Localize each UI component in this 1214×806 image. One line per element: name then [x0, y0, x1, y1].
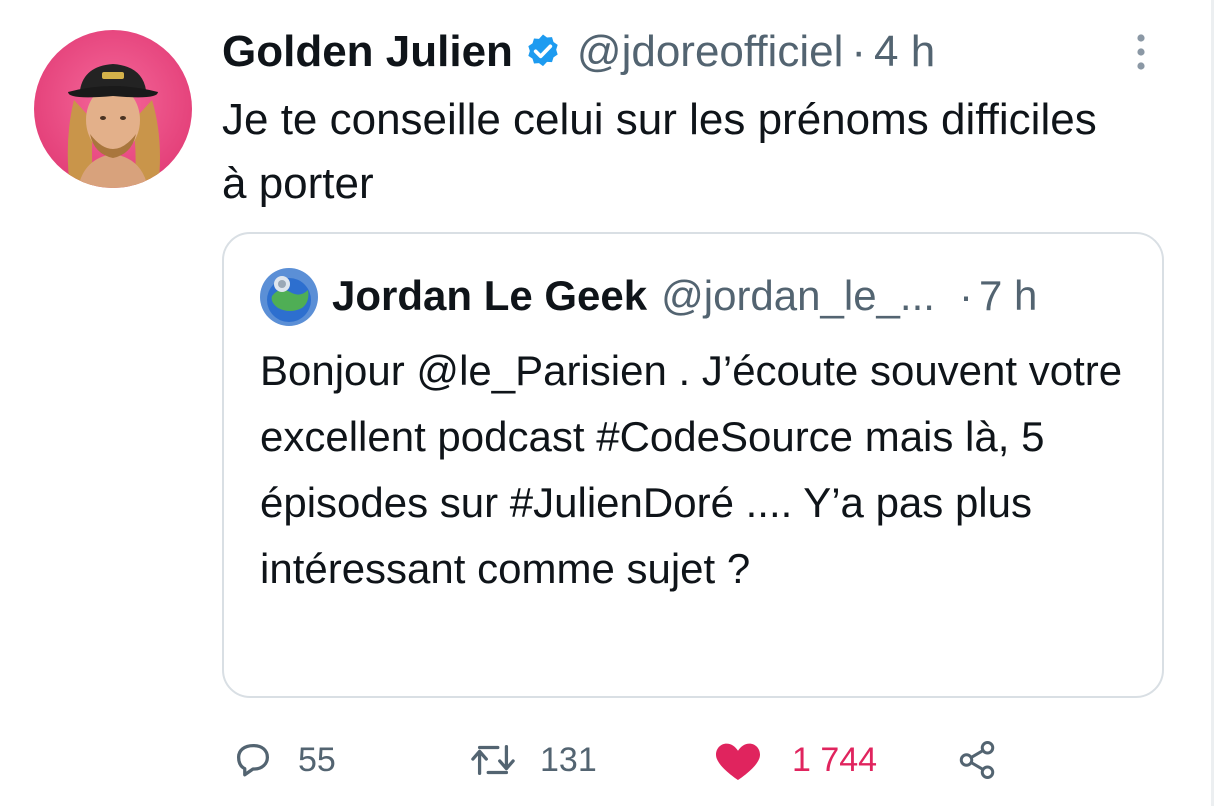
tweet-timestamp[interactable]: 4 h — [874, 24, 935, 80]
reply-button[interactable]: 55 — [230, 730, 336, 790]
quoted-author-name[interactable]: Jordan Le Geek — [332, 272, 647, 320]
quoted-author-avatar[interactable] — [260, 268, 318, 326]
retweet-arrows-icon — [471, 744, 515, 776]
share-button[interactable] — [956, 730, 998, 790]
like-count: 1 744 — [792, 740, 878, 779]
quoted-header-separator: · — [958, 272, 973, 319]
quoted-tweet-text: Bonjour @le_Parisien . J’écoute souvent … — [260, 347, 1123, 592]
author-avatar[interactable] — [34, 30, 192, 188]
author-name[interactable]: Golden Julien — [222, 24, 513, 80]
reply-count: 55 — [298, 740, 336, 779]
quoted-author-handle[interactable]: @jordan_le_... — [661, 272, 935, 320]
quoted-tweet-timestamp[interactable]: 7 h — [979, 272, 1037, 320]
tweet-actions: 55 131 1 744 — [222, 730, 1122, 790]
quoted-tweet[interactable]: Jordan Le Geek @jordan_le_... · 7 h Bonj… — [222, 232, 1164, 698]
speech-bubble-icon — [236, 743, 270, 777]
like-button[interactable]: 1 744 — [714, 730, 877, 790]
header-separator: · — [851, 27, 867, 76]
retweet-button[interactable]: 131 — [468, 730, 597, 790]
tweet-text: Je te conseille celui sur les prénoms di… — [222, 95, 1097, 208]
share-nodes-icon — [959, 741, 995, 779]
tweet[interactable]: Golden Julien @jdoreofficiel · 4 h Je te… — [0, 0, 1214, 806]
tweet-header: Golden Julien @jdoreofficiel · 4 h — [222, 24, 935, 80]
heart-icon — [715, 743, 761, 780]
more-options-icon[interactable] — [1126, 30, 1156, 74]
retweet-count: 131 — [540, 740, 597, 779]
verified-badge-icon — [523, 32, 563, 72]
author-handle[interactable]: @jdoreofficiel — [577, 24, 843, 80]
quoted-tweet-header: Jordan Le Geek @jordan_le_... · 7 h — [332, 266, 1037, 326]
